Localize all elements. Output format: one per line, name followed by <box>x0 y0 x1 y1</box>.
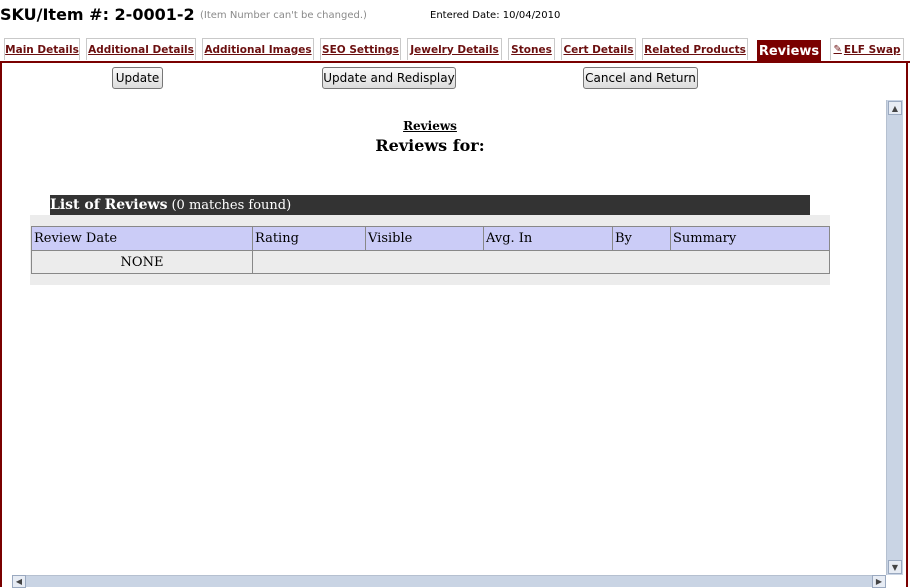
tab-cert-details[interactable]: Cert Details <box>561 38 636 60</box>
tab-reviews[interactable]: Reviews <box>757 40 821 62</box>
entered-date: Entered Date: 10/04/2010 <box>430 10 561 21</box>
col-rating[interactable]: Rating <box>252 226 366 251</box>
tab-elf-swap[interactable]: ✎ ELF Swap <box>830 38 904 60</box>
reviews-table: Review Date Rating Visible Avg. In By Su… <box>31 226 830 274</box>
tab-main-details[interactable]: Main Details <box>4 38 80 60</box>
tab-seo-settings[interactable]: SEO Settings <box>320 38 401 60</box>
col-visible[interactable]: Visible <box>365 226 484 251</box>
tab-jewelry-details[interactable]: Jewelry Details <box>407 38 502 60</box>
update-button[interactable]: Update <box>112 67 163 89</box>
match-count: (0 matches found) <box>171 197 292 213</box>
empty-cell: NONE <box>31 250 253 274</box>
reviews-link[interactable]: Reviews <box>0 119 860 133</box>
horizontal-scrollbar[interactable]: ◀ ▶ <box>12 575 886 588</box>
scroll-up-icon[interactable]: ▲ <box>888 101 902 115</box>
reviews-table-panel: Review Date Rating Visible Avg. In By Su… <box>30 215 830 285</box>
pen-icon: ✎ <box>833 44 842 55</box>
sku-note: (Item Number can't be changed.) <box>200 10 367 21</box>
scroll-down-icon[interactable]: ▼ <box>888 560 902 574</box>
col-by[interactable]: By <box>612 226 671 251</box>
header-row: Review Date Rating Visible Avg. In By Su… <box>31 226 830 251</box>
vertical-scrollbar[interactable]: ▲ ▼ <box>886 100 903 575</box>
page-title: Reviews for: <box>375 136 485 155</box>
col-review-date[interactable]: Review Date <box>31 226 253 251</box>
col-avg-in[interactable]: Avg. In <box>483 226 613 251</box>
table-row: NONE <box>31 250 830 274</box>
tab-stones[interactable]: Stones <box>508 38 555 60</box>
tab-additional-details[interactable]: Additional Details <box>86 38 196 60</box>
tab-related-products[interactable]: Related Products <box>642 38 748 60</box>
empty-row-fill <box>252 250 830 274</box>
list-title: List of Reviews <box>50 197 168 213</box>
tab-elf-swap-label: ELF Swap <box>843 43 901 56</box>
scroll-right-icon[interactable]: ▶ <box>872 575 886 588</box>
cancel-return-button[interactable]: Cancel and Return <box>583 67 698 89</box>
tab-additional-images[interactable]: Additional Images <box>202 38 314 60</box>
update-redisplay-button[interactable]: Update and Redisplay <box>322 67 456 89</box>
list-of-reviews-bar: List of Reviews (0 matches found) <box>50 195 810 215</box>
col-summary[interactable]: Summary <box>670 226 830 251</box>
sku-label: SKU/Item #: 2-0001-2 <box>0 5 195 24</box>
scroll-left-icon[interactable]: ◀ <box>12 575 26 588</box>
